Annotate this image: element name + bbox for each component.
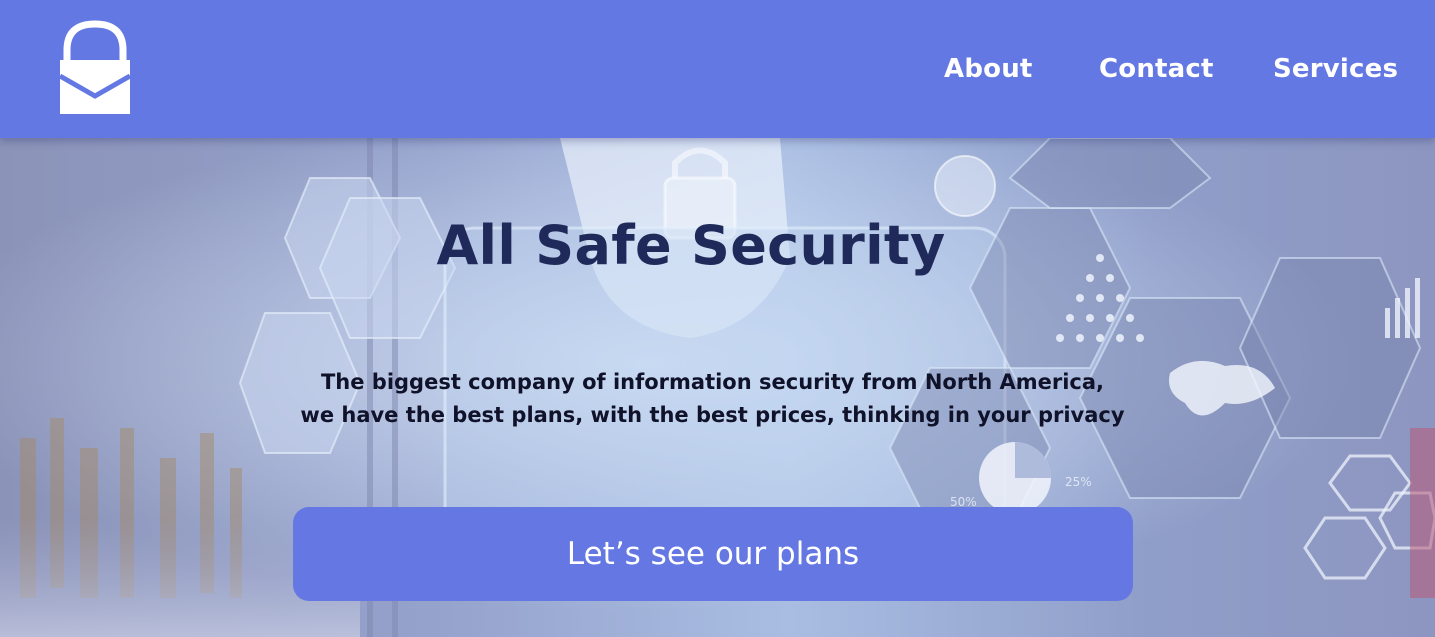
hero-section: 50% 25% All Safe Security The biggest co… — [0, 138, 1435, 637]
lock-envelope-icon[interactable] — [58, 20, 132, 116]
hero-subtitle-line-2: we have the best plans, with the best pr… — [300, 403, 1125, 427]
hero-title: All Safe Security — [436, 214, 946, 277]
pie-right-label: 25% — [1065, 475, 1092, 489]
hero-subtitle-line-1: The biggest company of information secur… — [320, 370, 1105, 394]
nav-services-link[interactable]: Services — [1273, 52, 1398, 86]
nav-contact-link[interactable]: Contact — [1099, 52, 1214, 86]
nav-about-link[interactable]: About — [944, 52, 1033, 86]
page: 50% 25% All Safe Security The biggest co… — [0, 0, 1435, 637]
see-plans-button[interactable]: Let’s see our plans — [293, 507, 1133, 601]
top-navbar: About Contact Services — [0, 0, 1435, 138]
hero-subtitle: The biggest company of information secur… — [200, 366, 1225, 432]
